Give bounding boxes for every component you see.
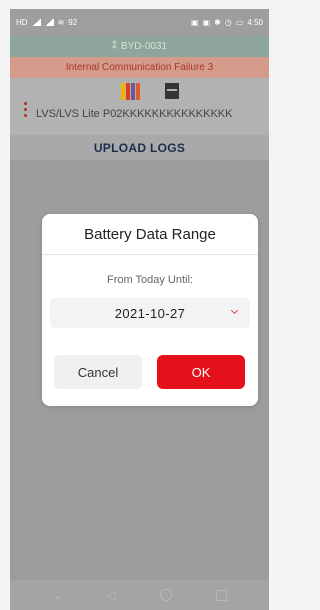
alarm-text: Internal Communication Failure 3 [65, 62, 214, 73]
nfc-icon: ▣ [191, 18, 199, 27]
back-triangle-icon[interactable]: ◁ [106, 588, 115, 602]
chevron-down-icon [230, 306, 239, 315]
mute-icon: ▣ [202, 18, 211, 27]
wifi-icon: ≋ [57, 18, 65, 27]
model-name: LVS/LVS Lite P02KKKKKKKKKKKKKKK [36, 108, 233, 120]
alarm-bar[interactable]: Internal Communication Failure 3 [10, 57, 269, 78]
alarm-icon: ◷ [224, 18, 232, 27]
date-select[interactable]: 2021-10-27 [50, 298, 250, 328]
upload-logs-label: UPLOAD LOGS [93, 140, 186, 155]
clock-time: 4:50 [247, 18, 263, 27]
dialog-subtitle: From Today Until: [107, 274, 193, 286]
status-left: HD ≋ 92 [16, 18, 77, 27]
hd-label: HD [16, 18, 28, 27]
bluetooth-icon: ✱ [214, 18, 221, 27]
signal-icon-2 [44, 19, 54, 26]
home-circle-icon[interactable] [159, 589, 172, 601]
device-bar: ⁑ BYD-0031 [10, 36, 269, 57]
cancel-button[interactable]: Cancel [54, 355, 142, 389]
nav-bar: ⌄ ◁ [10, 580, 269, 610]
device-name: BYD-0031 [120, 41, 168, 52]
chevron-down-icon[interactable]: ⌄ [52, 588, 62, 602]
battery-pack-icon [165, 83, 179, 99]
status-right: ▣ ▣ ✱ ◷ ▭ 4:50 [191, 18, 263, 27]
status-bar: HD ≋ 92 ▣ ▣ ✱ ◷ ▭ 4:50 [10, 9, 269, 36]
model-bar: LVS/LVS Lite P02KKKKKKKKKKKKKKK [10, 78, 269, 135]
upload-logs-button[interactable]: UPLOAD LOGS [10, 135, 269, 160]
recent-square-icon[interactable] [215, 589, 227, 601]
date-value: 2021-10-27 [114, 305, 186, 321]
battery-icon: ▭ [235, 18, 244, 27]
dialog-divider [42, 254, 258, 255]
date-range-dialog: Battery Data Range From Today Until: 202… [42, 214, 258, 406]
ok-button[interactable]: OK [157, 355, 245, 389]
signal-icon [31, 19, 41, 26]
dialog-title: Battery Data Range [84, 226, 216, 243]
bluetooth-connected-icon: ⁑ [111, 41, 117, 52]
speed-label: 92 [68, 18, 78, 27]
menu-dots-icon[interactable] [24, 102, 27, 117]
battery-stack-icon [121, 83, 140, 100]
